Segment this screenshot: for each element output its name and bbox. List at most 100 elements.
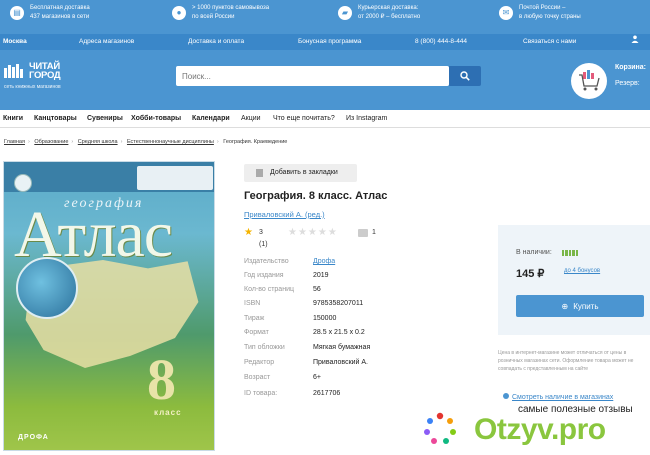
nav-item-what-to-read[interactable]: Что еще почитать? [273, 110, 335, 127]
search-button[interactable] [449, 66, 481, 86]
category-nav: Книги Канцтовары Сувениры Хобби-товары К… [0, 110, 650, 128]
buy-label: Купить [573, 301, 599, 311]
product-title: География. 8 класс. Атлас [244, 190, 388, 202]
search-input[interactable] [176, 66, 449, 86]
author-link[interactable]: Приваловский А. (ред.) [244, 210, 325, 219]
service-row: Москва Адреса магазинов Доставка и оплат… [0, 34, 650, 50]
prop-label: Издательство [244, 258, 289, 265]
rate-stars-icon[interactable]: ★★★★★ [288, 227, 338, 239]
mail-icon: ✉ [499, 6, 513, 20]
prop-label: Возраст [244, 374, 271, 381]
prop-label: Тираж [244, 315, 265, 322]
logo-text: ГОРОД [29, 70, 61, 81]
breadcrumb-current: География. Краеведение [223, 139, 288, 145]
comment-icon [358, 229, 368, 237]
nav-item-promo[interactable]: Акции [241, 110, 261, 127]
nav-item-stationery[interactable]: Канцтовары [34, 110, 77, 127]
price: 145 ₽ [516, 268, 545, 280]
book-cover-image[interactable]: география Атлас 8 класс ДРОФА [3, 161, 215, 451]
breadcrumb-link[interactable]: Средняя школа [78, 139, 118, 145]
user-icon[interactable] [631, 34, 639, 50]
prop-value: 28.5 x 21.5 x 0.2 [313, 329, 365, 336]
book-icon: ▤ [10, 6, 24, 20]
cover-publisher: ДРОФА [18, 434, 49, 441]
publisher-link[interactable]: Дрофа [313, 256, 335, 268]
nav-item-books[interactable]: Книги [3, 110, 23, 127]
promo-text: > 1000 пунктов самовывоза [192, 5, 270, 11]
prop-value: 6+ [313, 374, 321, 381]
breadcrumb-link[interactable]: Естественнонаучные дисциплины [127, 139, 214, 145]
logo-subtitle: сеть книжных магазинов [4, 84, 61, 90]
bonus-link[interactable]: до 4 бонусов [564, 268, 600, 274]
stores-link[interactable]: Адреса магазинов [79, 34, 134, 50]
city-selector[interactable]: Москва [3, 34, 27, 50]
bookmark-icon [256, 169, 263, 177]
nav-item-calendars[interactable]: Календари [192, 110, 230, 127]
reviews-count[interactable]: 1 [372, 227, 376, 239]
cart-icon [579, 70, 600, 91]
cart-label[interactable]: Корзина: [615, 64, 646, 71]
prop-label: Год издания [244, 272, 284, 279]
prop-value: 9785358207011 [313, 300, 364, 307]
prop-value: 2617706 [313, 390, 341, 397]
truck-icon: ▰ [338, 6, 352, 20]
contact-link[interactable]: Связаться с нами [523, 34, 576, 50]
promo-text: в любую точку страны [519, 14, 581, 20]
price-note: Цена в интернет-магазине может отличатьс… [498, 350, 634, 372]
promo-text: 437 магазинов в сети [30, 14, 90, 20]
delivery-link[interactable]: Доставка и оплата [188, 34, 244, 50]
prop-label: ISBN [244, 300, 261, 307]
prop-value: Приваловский А. [313, 359, 369, 366]
logo-books-icon [4, 64, 26, 78]
nav-item-instagram[interactable]: Из Instagram [346, 110, 387, 127]
promo-text: от 2000 ₽ – бесплатно [358, 14, 421, 20]
prop-label: Тип обложки [244, 344, 285, 351]
promo-text: по всей России [192, 14, 235, 20]
prop-label: Редактор [244, 359, 275, 366]
rating-value: 3 (1) [259, 229, 268, 248]
cover-grade: 8 [147, 347, 176, 412]
seal-icon [14, 174, 32, 192]
cart-small-icon: ⊕ [561, 301, 569, 311]
otzyv-logo-icon [424, 412, 456, 444]
site-header: ЧИТАЙ ГОРОД сеть книжных магазинов Корзи… [0, 50, 650, 110]
nav-item-hobby[interactable]: Хобби-товары [131, 110, 181, 127]
nav-item-souvenirs[interactable]: Сувениры [87, 110, 123, 127]
prop-value: 56 [313, 286, 321, 293]
buy-panel: В наличии: 145 ₽ до 4 бонусов ⊕ Купить [498, 225, 650, 335]
prop-label: ID товара: [244, 390, 278, 397]
promo-item[interactable]: ● > 1000 пунктов самовывоза по всей Росси… [172, 4, 269, 22]
promo-bar: ▤ Бесплатная доставка 437 магазинов в сет… [0, 0, 650, 34]
breadcrumb-link[interactable]: Главная [4, 139, 25, 145]
star-icon: ★ [244, 227, 253, 238]
phone-link[interactable]: 8 (800) 444-8-444 [415, 34, 467, 50]
promo-text: Почтой России – [519, 5, 566, 11]
pin-icon: ● [172, 6, 186, 20]
promo-text: Курьерская доставка: [358, 5, 419, 11]
fgos-badge [137, 166, 213, 190]
breadcrumb: Главная › Образование › Средняя школа › Ест… [4, 139, 288, 145]
stock-level-icon [562, 250, 579, 256]
promo-item[interactable]: ▰ Курьерская доставка: от 2000 ₽ – беспла… [338, 4, 420, 22]
prop-value: 150000 [313, 315, 337, 322]
reserve-label[interactable]: Резерв: [615, 80, 640, 87]
watermark-brand: Otzyv.pro [474, 413, 606, 446]
cart-button[interactable] [571, 63, 607, 99]
bonus-link[interactable]: Бонусная программа [298, 34, 361, 50]
promo-item[interactable]: ✉ Почтой России – в любую точку страны [499, 4, 581, 22]
breadcrumb-link[interactable]: Образование [34, 139, 68, 145]
prop-label: Формат [244, 329, 269, 336]
add-bookmark-button[interactable]: Добавить в закладки [244, 164, 357, 182]
cover-title: Атлас [14, 198, 173, 271]
cover-class-label: класс [154, 408, 182, 417]
promo-item[interactable]: ▤ Бесплатная доставка 437 магазинов в сет… [10, 4, 90, 22]
stock-label: В наличии: [516, 249, 552, 256]
buy-button[interactable]: ⊕ Купить [516, 295, 644, 317]
prop-label: Кол-во страниц [244, 286, 294, 293]
prop-value: 2019 [313, 272, 329, 279]
search-icon [460, 71, 470, 81]
prop-value: Мягкая бумажная [313, 344, 371, 351]
bookmark-label: Добавить в закладки [270, 169, 338, 176]
promo-text: Бесплатная доставка [30, 5, 90, 11]
otzyv-watermark: самые полезные отзывы Otzyv.pro [418, 391, 650, 455]
